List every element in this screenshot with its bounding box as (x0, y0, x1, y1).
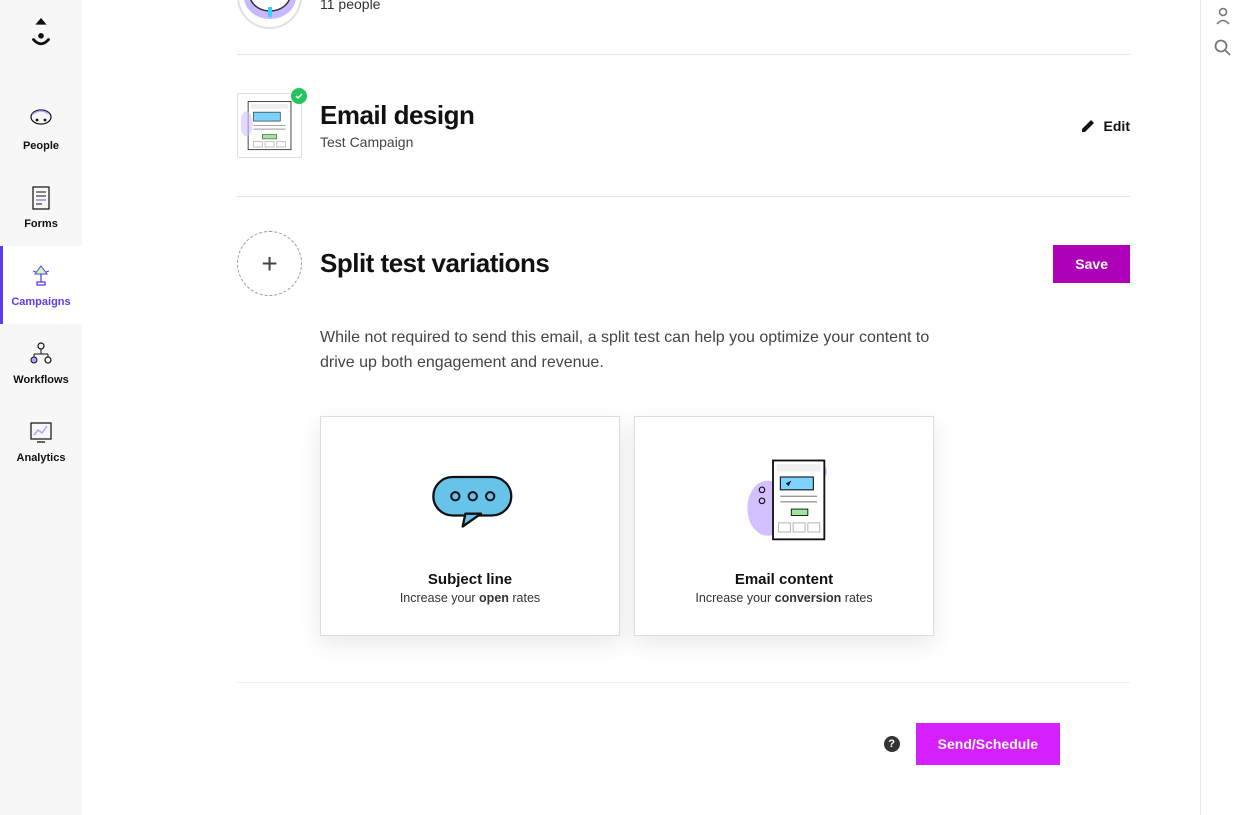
speech-bubble-icon (415, 449, 525, 549)
section-split-test: + Split test variations Save While not r… (237, 197, 1130, 683)
analytics-icon (27, 418, 55, 446)
utility-sidebar (1200, 0, 1244, 815)
audience-people-count: 11 people (320, 0, 1130, 12)
card-subject-line[interactable]: Subject line Increase your open rates (320, 416, 620, 636)
help-button[interactable]: ? (884, 736, 900, 752)
section-email-design: Email design Test Campaign Edit (237, 55, 1130, 197)
main-content: 11 people (82, 0, 1200, 815)
nav-label-campaigns: Campaigns (11, 296, 70, 308)
audience-avatar (237, 0, 302, 29)
section-audience: 11 people (237, 0, 1130, 55)
card-content-title: Email content (735, 571, 833, 588)
nav-label-people: People (23, 140, 59, 152)
split-test-title: Split test variations (320, 248, 1053, 279)
card-email-content[interactable]: Email content Increase your conversion r… (634, 416, 934, 636)
pencil-icon (1080, 118, 1096, 134)
people-icon (27, 106, 55, 134)
save-button[interactable]: Save (1053, 245, 1130, 283)
card-subject-title: Subject line (428, 571, 512, 588)
nav-forms[interactable]: Forms (0, 168, 82, 246)
email-template-icon (729, 449, 839, 549)
nav-analytics[interactable]: Analytics (0, 402, 82, 480)
app-logo[interactable] (26, 16, 56, 50)
nav-label-workflows: Workflows (13, 374, 68, 386)
email-design-thumbnail[interactable] (237, 93, 302, 158)
campaigns-icon (27, 262, 55, 290)
workflows-icon (27, 340, 55, 368)
card-content-sub: Increase your conversion rates (695, 591, 872, 605)
nav-people[interactable]: People (0, 90, 82, 168)
plus-circle-icon[interactable]: + (237, 231, 302, 296)
send-schedule-button[interactable]: Send/Schedule (916, 723, 1060, 765)
edit-label: Edit (1104, 118, 1130, 134)
search-icon[interactable] (1213, 38, 1233, 58)
nav-label-forms: Forms (24, 218, 58, 230)
edit-button[interactable]: Edit (1080, 118, 1130, 134)
profile-icon[interactable] (1213, 6, 1233, 26)
email-design-title: Email design (320, 101, 1080, 131)
nav-workflows[interactable]: Workflows (0, 324, 82, 402)
footer: ? Send/Schedule (237, 683, 1130, 765)
nav-campaigns[interactable]: Campaigns (0, 246, 82, 324)
email-design-subtitle: Test Campaign (320, 134, 1080, 150)
split-test-description: While not required to send this email, a… (320, 326, 940, 376)
card-subject-sub: Increase your open rates (400, 591, 540, 605)
forms-icon (27, 184, 55, 212)
left-sidebar: People Forms Campaigns Workflows Analyti… (0, 0, 82, 815)
nav-label-analytics: Analytics (17, 452, 66, 464)
check-badge-icon (291, 88, 307, 104)
